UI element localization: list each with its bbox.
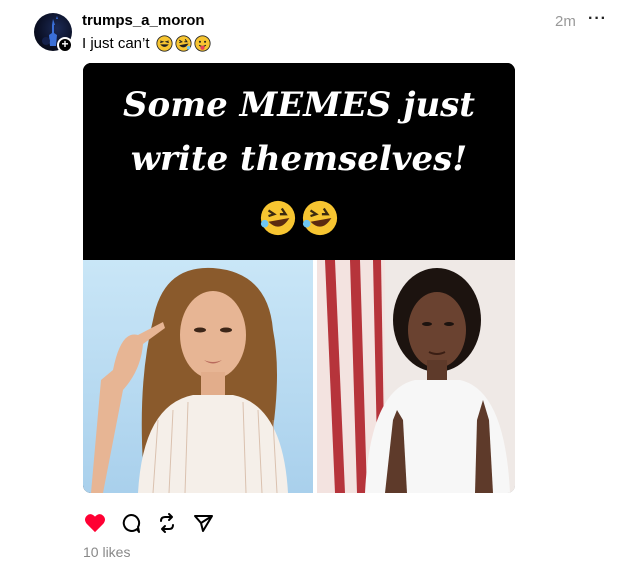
follow-plus-icon[interactable]: + bbox=[57, 37, 73, 53]
photo-woman-left bbox=[83, 260, 315, 493]
caption-text: I just can’t bbox=[82, 35, 150, 52]
comment-bubble bbox=[122, 513, 141, 533]
meme-caption-panel: Some MEMES just write themselves! bbox=[83, 63, 515, 260]
post-actions bbox=[84, 512, 214, 534]
comment-icon[interactable] bbox=[120, 512, 142, 534]
meme-text-line-2: write themselves! bbox=[130, 139, 468, 179]
more-options-icon[interactable]: ··· bbox=[588, 10, 607, 28]
username[interactable]: trumps_a_moron bbox=[82, 12, 205, 29]
repost-icon[interactable] bbox=[156, 512, 178, 534]
woman-flag-background-illustration bbox=[315, 260, 515, 493]
heart-icon[interactable] bbox=[84, 512, 106, 534]
woman-pinch-gesture-illustration bbox=[91, 267, 288, 493]
grinning-squint-emoji-icon bbox=[155, 35, 173, 52]
tongue-out-emoji-icon bbox=[193, 35, 211, 52]
rofl-emoji-icon bbox=[260, 200, 296, 236]
meme-text-line-1: Some MEMES just bbox=[122, 85, 476, 125]
avatar[interactable]: + bbox=[34, 13, 73, 53]
like-heart-filled bbox=[85, 514, 105, 533]
post-timestamp: 2m bbox=[555, 13, 576, 30]
repost-arrows bbox=[160, 513, 174, 533]
post-image[interactable]: Some MEMES just write themselves! bbox=[83, 63, 515, 493]
caption-emojis bbox=[155, 35, 211, 52]
send-icon[interactable] bbox=[192, 512, 214, 534]
post-card: + trumps_a_moron I just can’t 2m ··· Som… bbox=[0, 0, 617, 573]
rofl-emoji-icon bbox=[174, 35, 192, 52]
photo-woman-right bbox=[315, 260, 515, 493]
post-caption: I just can’t bbox=[82, 35, 211, 52]
likes-count[interactable]: 10 likes bbox=[83, 544, 130, 560]
meme-emojis bbox=[259, 199, 339, 237]
send-paper-plane bbox=[194, 515, 213, 532]
rofl-emoji-icon bbox=[302, 200, 338, 236]
photo-divider bbox=[313, 260, 317, 493]
